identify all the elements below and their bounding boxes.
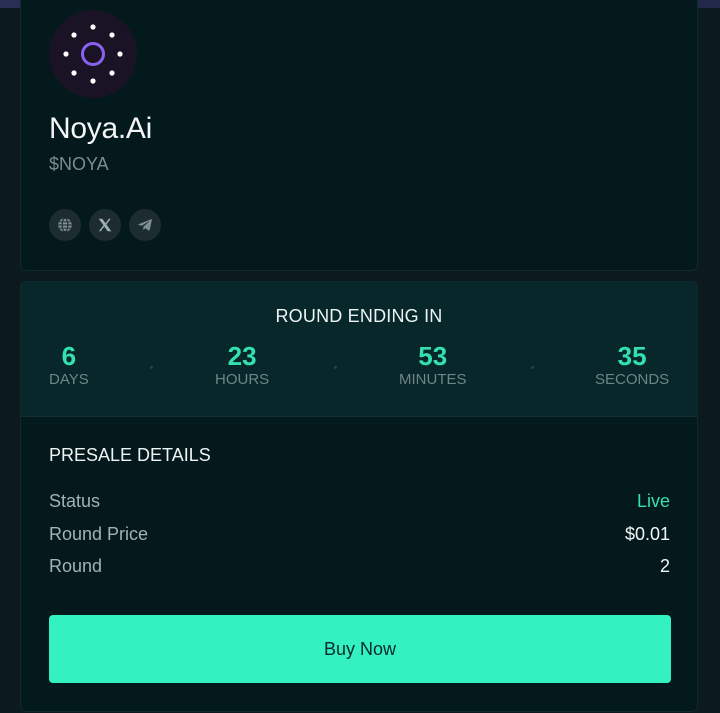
detail-row-status: Status Live (49, 491, 670, 512)
project-card: Noya.Ai $NOYA (20, 0, 698, 271)
status-value: Live (636, 491, 670, 511)
seconds-label: SECONDS (595, 371, 670, 388)
countdown-seconds: 35 SECONDS (595, 342, 669, 388)
hours-value: 23 (227, 341, 257, 371)
round-price-label: Round Price (49, 524, 149, 544)
countdown-minutes: 53 MINUTES (399, 342, 467, 388)
minutes-value: 53 (418, 341, 448, 371)
seconds-value: 35 (617, 341, 647, 371)
countdown-title: ROUND ENDING IN (275, 306, 443, 326)
round-label: Round (49, 556, 103, 576)
noya-logo-icon (49, 10, 137, 98)
detail-row-round: Round 2 (49, 556, 670, 577)
round-price-value: $0.01 (624, 524, 670, 544)
status-label: Status (49, 491, 101, 511)
countdown-card: ROUND ENDING IN 6 DAYS 23 HOURS 53 MINUT… (20, 281, 698, 417)
project-ticker: $NOYA (49, 154, 109, 174)
countdown-hours: 23 HOURS (215, 342, 269, 388)
countdown-separator (150, 366, 153, 369)
telegram-link[interactable] (129, 209, 161, 241)
x-icon (98, 218, 112, 232)
round-value: 2 (659, 556, 670, 576)
countdown-days: 6 DAYS (49, 342, 89, 388)
website-link[interactable] (49, 209, 81, 241)
project-name: Noya.Ai (49, 112, 152, 145)
hours-label: HOURS (215, 371, 270, 388)
presale-title: PRESALE DETAILS (49, 445, 211, 465)
x-link[interactable] (89, 209, 121, 241)
globe-icon (58, 217, 72, 233)
countdown-separator (334, 366, 337, 369)
telegram-icon (138, 219, 152, 231)
countdown-separator (531, 366, 534, 369)
detail-row-round-price: Round Price $0.01 (49, 524, 670, 545)
presale-details-card: PRESALE DETAILS Status Live Round Price … (20, 416, 698, 712)
minutes-label: MINUTES (399, 371, 467, 388)
social-links (49, 209, 161, 241)
buy-now-button[interactable]: Buy Now (49, 615, 671, 683)
days-value: 6 (61, 341, 77, 371)
days-label: DAYS (49, 371, 89, 388)
